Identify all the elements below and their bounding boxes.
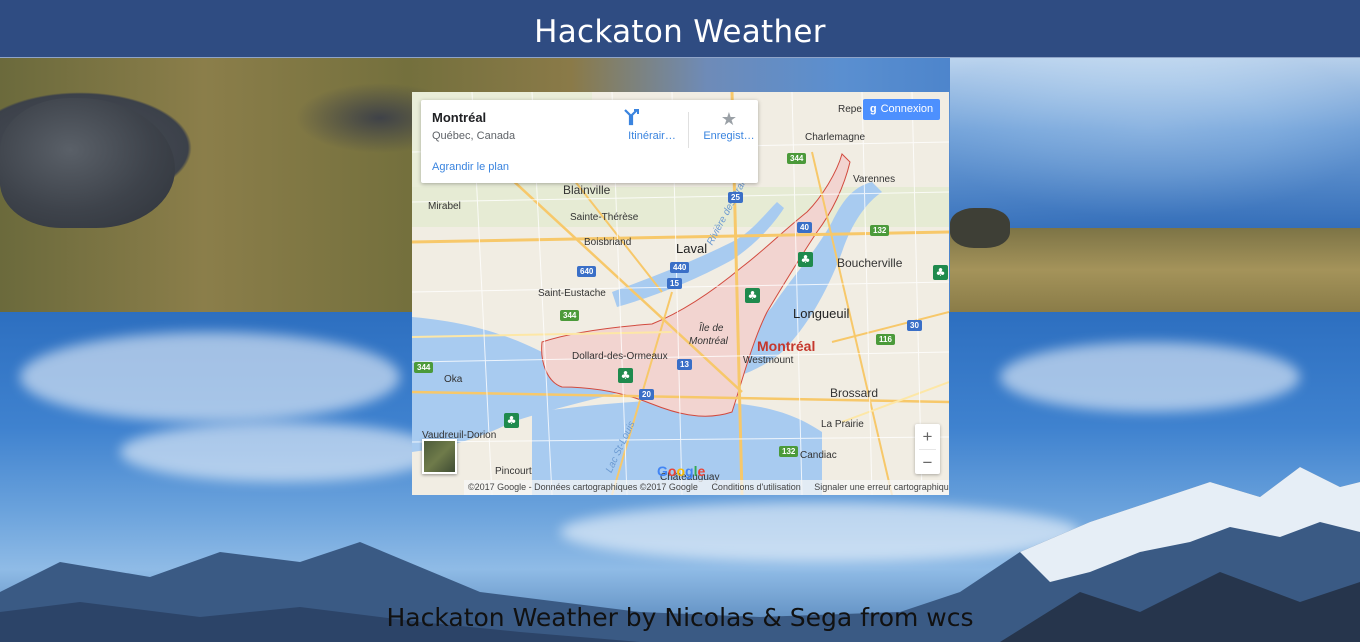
background-shore [950, 228, 1360, 312]
map-label: Laval [676, 241, 708, 256]
divider [688, 112, 689, 148]
directions-label: Itinérair… [628, 130, 676, 142]
attribution-data: ©2017 Google - Données cartographiques ©… [468, 482, 698, 492]
page-title: Hackaton Weather [534, 14, 826, 50]
route-shield: 344 [787, 153, 807, 164]
map-label: Candiac [800, 450, 837, 461]
map-label: La Prairie [821, 419, 864, 430]
map-label: Montréal [689, 336, 728, 347]
map-label: Mirabel [428, 201, 461, 212]
background-lake [950, 58, 1360, 238]
map-label: Sainte-Thérèse [570, 212, 639, 223]
directions-icon [622, 108, 682, 130]
route-shield: 20 [639, 389, 654, 400]
zoom-out-button[interactable]: − [915, 450, 940, 475]
park-icon: ♣ [798, 252, 813, 267]
directions-button[interactable]: Itinérair… [622, 108, 682, 142]
route-shield: 30 [907, 320, 922, 331]
route-shield: 25 [728, 192, 743, 203]
park-icon: ♣ [618, 368, 633, 383]
google-g-icon: g [869, 103, 877, 115]
park-icon: ♣ [745, 288, 760, 303]
background-cloud [20, 332, 400, 422]
map-attribution: ©2017 Google - Données cartographiques ©… [464, 480, 949, 495]
google-logo: Google [657, 463, 706, 479]
signin-label: Connexion [880, 103, 934, 115]
map-label: Charlemagne [805, 132, 866, 143]
map-label: Dollard-des-Ormeaux [572, 351, 668, 362]
map-label: Île de [699, 323, 724, 334]
save-button[interactable]: ★ Enregist… [699, 108, 759, 142]
zoom-controls: + − [915, 424, 940, 474]
map-label: Saint-Eustache [538, 288, 606, 299]
background-cloud [1000, 342, 1300, 412]
map-label: Boisbriand [584, 237, 632, 248]
enlarge-map-link[interactable]: Agrandir le plan [432, 161, 509, 173]
map-label: Westmount [743, 355, 794, 366]
star-icon: ★ [720, 109, 738, 129]
route-shield: 440 [670, 262, 690, 273]
route-shield: 15 [667, 278, 682, 289]
map-label: Boucherville [837, 256, 903, 270]
route-shield: 132 [870, 225, 890, 236]
park-icon: ♣ [504, 413, 519, 428]
map-label: Brossard [830, 386, 879, 400]
route-shield: 116 [876, 334, 895, 345]
background-rock-small [950, 208, 1010, 248]
report-error-link[interactable]: Signaler une erreur cartographique [814, 482, 949, 492]
route-shield: 13 [677, 359, 692, 370]
map-embed[interactable]: Repe Charlemagne Varennes Blainville Mir… [412, 92, 949, 495]
signin-button[interactable]: g Connexion [863, 99, 940, 120]
map-city-label: Montréal [757, 338, 816, 354]
footer-credit: Hackaton Weather by Nicolas & Sega from … [386, 603, 974, 632]
save-label: Enregist… [703, 130, 755, 142]
route-shield: 344 [414, 362, 434, 373]
background-rock [0, 98, 175, 228]
park-icon: ♣ [933, 265, 948, 280]
route-shield: 40 [797, 222, 812, 233]
map-label: Varennes [853, 174, 896, 185]
map-label: Oka [444, 374, 463, 385]
place-region: Québec, Canada [432, 130, 516, 142]
route-shield: 132 [779, 446, 799, 457]
map-label: Pincourt [495, 466, 532, 477]
page-header: Hackaton Weather [0, 0, 1360, 58]
place-name: Montréal [432, 110, 487, 125]
map-label: Repe [838, 104, 862, 115]
place-card: Montréal Québec, Canada Agrandir le plan… [421, 100, 758, 183]
map-label: Blainville [563, 183, 611, 197]
satellite-view-toggle[interactable] [422, 439, 457, 474]
route-shield: 344 [560, 310, 580, 321]
route-shield: 640 [577, 266, 597, 277]
terms-link[interactable]: Conditions d'utilisation [711, 482, 800, 492]
zoom-in-button[interactable]: + [915, 424, 940, 449]
map-label: Longueuil [793, 306, 850, 321]
